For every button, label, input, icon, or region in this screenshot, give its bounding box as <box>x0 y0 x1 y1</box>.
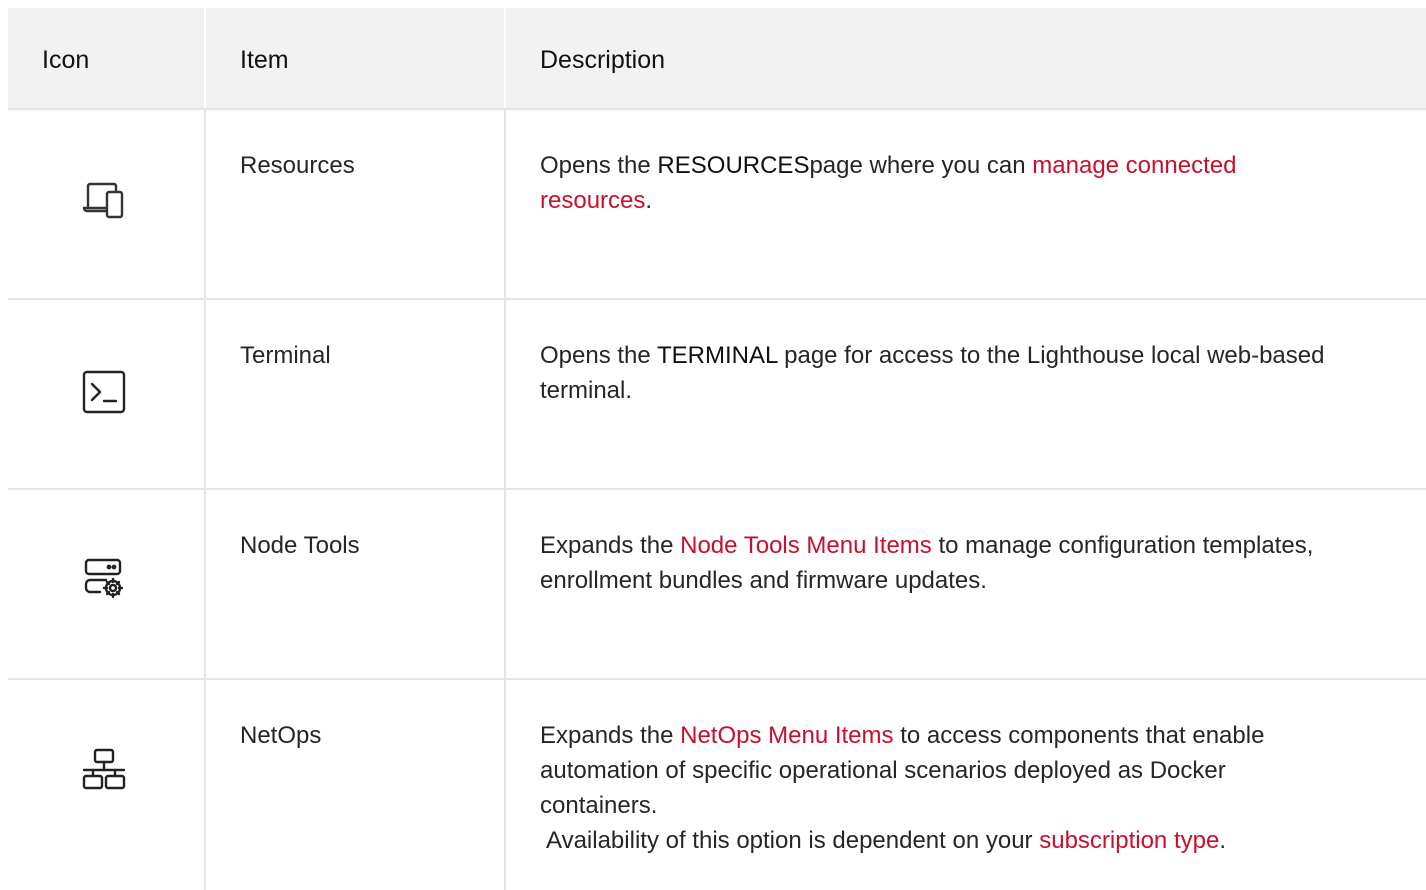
icon-cell <box>8 490 204 680</box>
item-cell: Resources <box>206 110 504 300</box>
note-suffix: . <box>1219 827 1226 854</box>
icon-cell <box>8 680 204 890</box>
header-cell-icon: Icon <box>8 8 204 108</box>
icon-cell <box>8 110 204 300</box>
description-cell: Opens the RESOURCESpage where you can ma… <box>506 110 1426 300</box>
description-text: Opens the TERMINAL page for access to th… <box>540 338 1340 408</box>
description-prefix: Opens the <box>540 342 657 369</box>
table-row: NetOps Expands the NetOps Menu Items to … <box>8 678 1426 890</box>
description-text: Expands the Node Tools Menu Items to man… <box>540 528 1340 598</box>
description-cell: Expands the NetOps Menu Items to access … <box>506 680 1426 890</box>
description-cell: Opens the TERMINAL page for access to th… <box>506 300 1426 490</box>
network-icon <box>78 744 130 796</box>
description-prefix: Opens the <box>540 152 658 179</box>
item-label: Resources <box>240 152 355 179</box>
page-name: RESOURCES <box>657 152 810 179</box>
note-prefix: Availability of this option is dependent… <box>546 827 1040 854</box>
description-text: Expands the NetOps Menu Items to access … <box>540 718 1340 858</box>
item-cell: NetOps <box>206 680 504 890</box>
table-row: Resources Opens the RESOURCESpage where … <box>8 108 1426 300</box>
node-tools-menu-link[interactable]: Node Tools Menu Items <box>680 532 932 559</box>
page-name: TERMINAL <box>656 342 778 369</box>
header-cell-item: Item <box>206 8 504 108</box>
item-cell: Terminal <box>206 300 504 490</box>
header-item-label: Item <box>240 46 289 74</box>
devices-icon <box>78 174 130 226</box>
item-label: Terminal <box>240 342 331 369</box>
description-text: Opens the RESOURCESpage where you can ma… <box>540 148 1340 218</box>
icon-cell <box>8 300 204 490</box>
header-cell-description: Description <box>506 8 1426 108</box>
description-prefix: Expands the <box>540 722 681 749</box>
terminal-icon <box>78 366 130 418</box>
table-header: Icon Item Description <box>8 8 1426 108</box>
header-icon-label: Icon <box>42 46 90 74</box>
subscription-type-link[interactable]: subscription type <box>1039 827 1219 854</box>
table-row: Terminal Opens the TERMINAL page for acc… <box>8 298 1426 490</box>
item-label: Node Tools <box>240 532 360 559</box>
server-gear-icon <box>78 552 130 604</box>
netops-menu-link[interactable]: NetOps Menu Items <box>680 722 893 749</box>
availability-note: Availability of this option is dependent… <box>546 823 1340 858</box>
item-cell: Node Tools <box>206 490 504 680</box>
description-middle: page where you can <box>809 152 1033 179</box>
menu-items-table: Icon Item Description Resources Opens th… <box>8 8 1426 890</box>
table-row: Node Tools Expands the Node Tools Menu I… <box>8 488 1426 680</box>
description-prefix: Expands the <box>540 532 681 559</box>
description-cell: Expands the Node Tools Menu Items to man… <box>506 490 1426 680</box>
header-description-label: Description <box>540 46 666 74</box>
description-suffix: . <box>645 187 653 214</box>
item-label: NetOps <box>240 722 322 749</box>
